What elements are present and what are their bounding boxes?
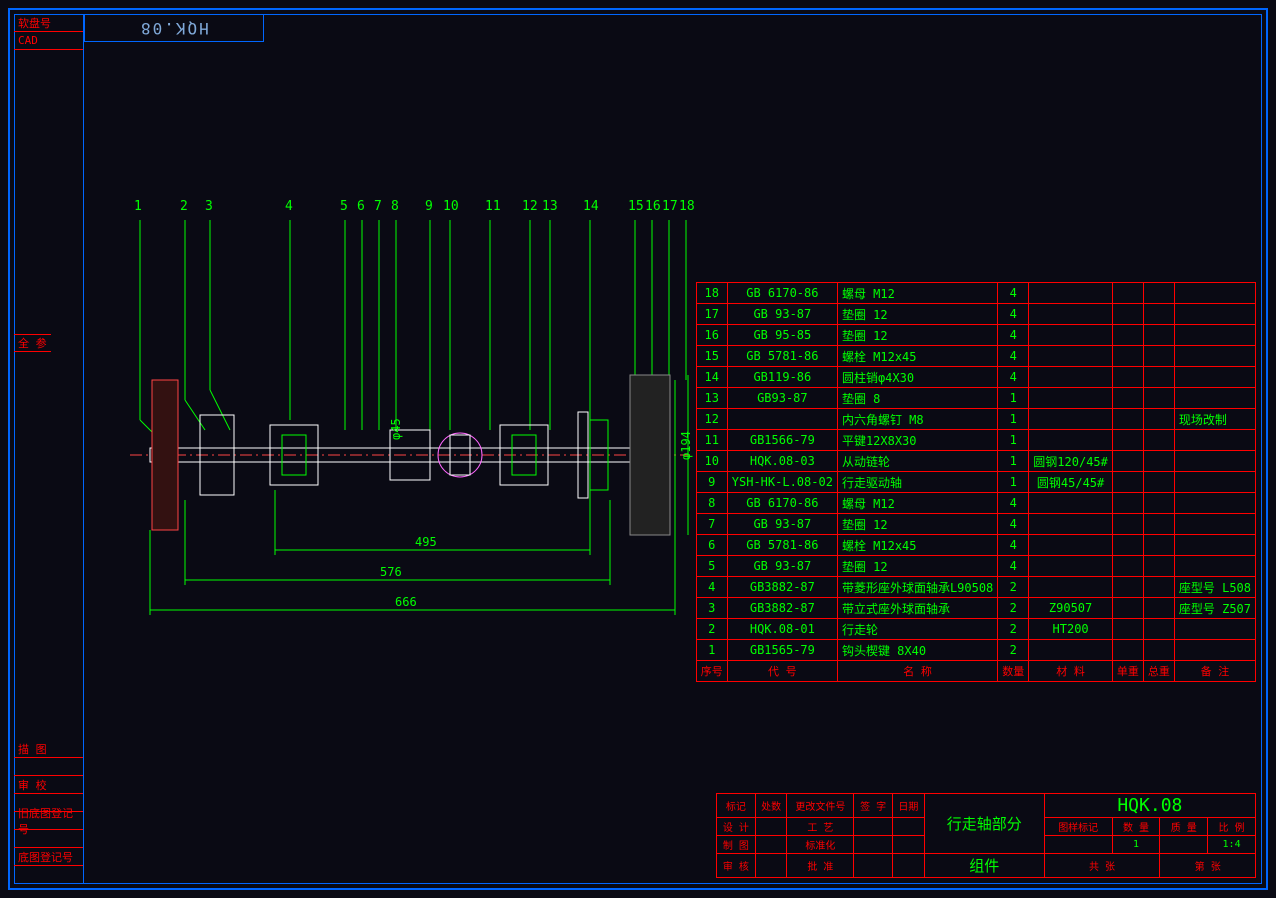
left-label: 软盘号 <box>14 14 83 32</box>
table-row: 10HQK.08-03从动链轮1圆钢120/45# <box>696 451 1255 472</box>
table-row: 18GB 6170-86螺母 M124 <box>696 283 1255 304</box>
table-row: 5GB 93-87垫圈 124 <box>696 556 1255 577</box>
svg-text:1: 1 <box>134 199 142 214</box>
left-label: CAD <box>14 32 83 50</box>
table-row: 8GB 6170-86螺母 M124 <box>696 493 1255 514</box>
svg-text:14: 14 <box>583 199 599 214</box>
bom-header-row: 序号代 号名 称数量材 料单重总重备 注 <box>696 661 1255 682</box>
dim-666: 666 <box>395 595 417 609</box>
table-row: 12内六角螺钉 M81现场改制 <box>696 409 1255 430</box>
svg-text:9: 9 <box>425 199 433 214</box>
svg-text:3: 3 <box>205 199 213 214</box>
assembly-type: 组件 <box>924 854 1044 878</box>
drawing-number: HQK.08 <box>1044 794 1255 818</box>
table-row: 17GB 93-87垫圈 124 <box>696 304 1255 325</box>
left-label: 旧底图登记号 <box>14 812 83 830</box>
left-label: 全 参 <box>14 334 51 352</box>
left-label-column: 软盘号 CAD 全 参 描 图 审 校 旧底图登记号 底图登记号 <box>14 14 84 884</box>
title-block: 标记 处数 更改文件号 签 字 日期 行走轴部分 HQK.08 设 计 工 艺 … <box>716 793 1256 878</box>
mirrored-title-tab: HQK.08 <box>84 14 264 42</box>
left-label: 底图登记号 <box>14 848 83 866</box>
table-row: 1GB1565-79钩头楔键 8X402 <box>696 640 1255 661</box>
assembly-name: 行走轴部分 <box>924 794 1044 854</box>
svg-text:7: 7 <box>374 199 382 214</box>
table-row: 9YSH-HK-L.08-02行走驱动轴1圆钢45/45# <box>696 472 1255 493</box>
dim-495: 495 <box>415 535 437 549</box>
mechanical-drawing: 1 2 3 4 5 6 7 8 9 10 11 12 13 14 15 16 1… <box>90 180 710 690</box>
left-label: 描 图 <box>14 740 83 758</box>
dim-dia194: φ194 <box>679 431 693 460</box>
svg-text:6: 6 <box>357 199 365 214</box>
svg-text:18: 18 <box>679 199 695 214</box>
table-row: 7GB 93-87垫圈 124 <box>696 514 1255 535</box>
svg-text:13: 13 <box>542 199 558 214</box>
table-row: 4GB3882-87带菱形座外球面轴承L905082座型号 L508 <box>696 577 1255 598</box>
table-row: 2HQK.08-01行走轮2HT200 <box>696 619 1255 640</box>
dim-576: 576 <box>380 565 402 579</box>
svg-text:15: 15 <box>628 199 644 214</box>
svg-text:5: 5 <box>340 199 348 214</box>
svg-text:16: 16 <box>645 199 661 214</box>
svg-text:4: 4 <box>285 199 293 214</box>
table-row: 11GB1566-79平键12X8X301 <box>696 430 1255 451</box>
table-row: 6GB 5781-86螺栓 M12x454 <box>696 535 1255 556</box>
bom-table: 18GB 6170-86螺母 M12417GB 93-87垫圈 12416GB … <box>696 282 1256 682</box>
svg-text:2: 2 <box>180 199 188 214</box>
table-row: 16GB 95-85垫圈 124 <box>696 325 1255 346</box>
svg-text:8: 8 <box>391 199 399 214</box>
svg-text:17: 17 <box>662 199 678 214</box>
left-label: 审 校 <box>14 776 83 794</box>
mirrored-title: HQK.08 <box>139 19 209 38</box>
svg-text:10: 10 <box>443 199 459 214</box>
table-row: 15GB 5781-86螺栓 M12x454 <box>696 346 1255 367</box>
svg-text:11: 11 <box>485 199 501 214</box>
table-row: 13GB93-87垫圈 81 <box>696 388 1255 409</box>
table-row: 3GB3882-87带立式座外球面轴承2Z90507座型号 Z507 <box>696 598 1255 619</box>
table-row: 14GB119-86圆柱销φ4X304 <box>696 367 1255 388</box>
dim-dia45: φ45 <box>389 418 403 440</box>
svg-text:12: 12 <box>522 199 538 214</box>
